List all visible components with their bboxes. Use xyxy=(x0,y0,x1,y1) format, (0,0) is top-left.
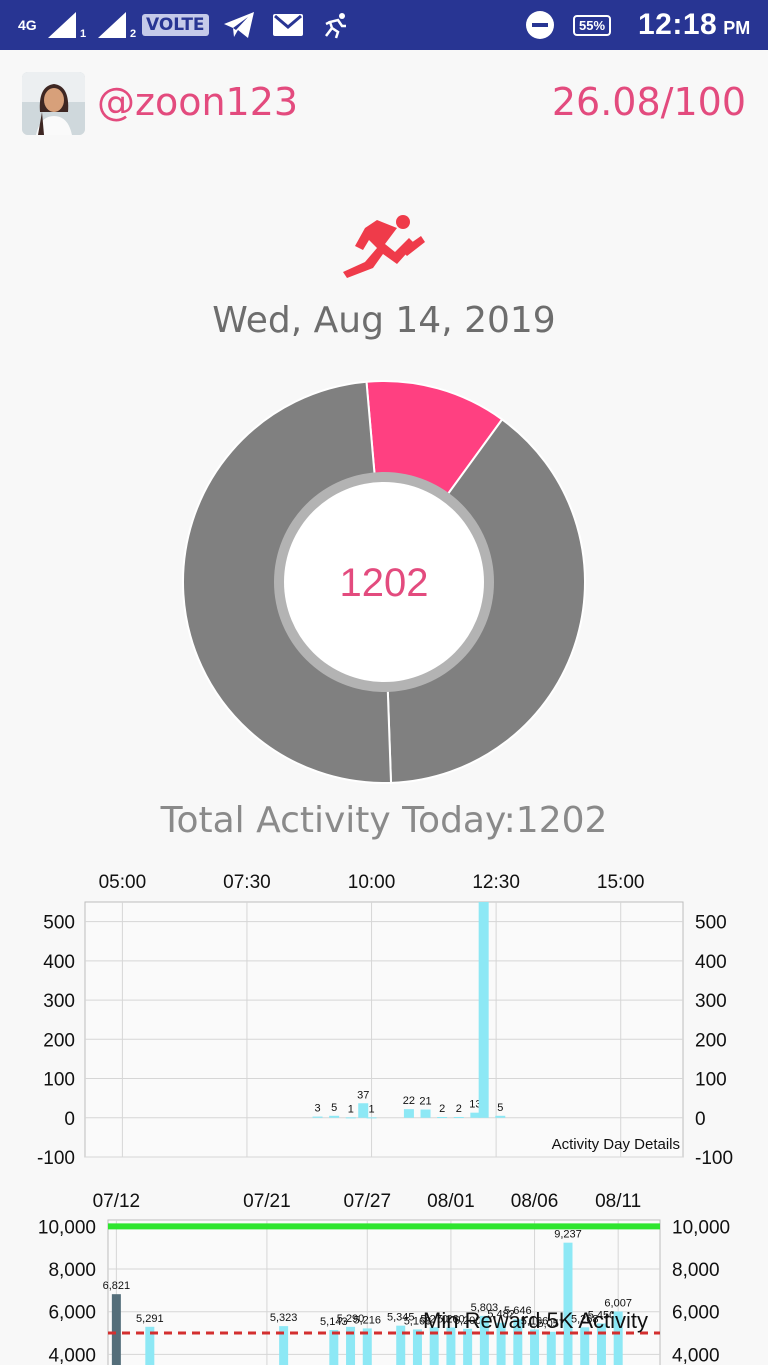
chart1-bar-label: 22 xyxy=(403,1095,415,1107)
signal-icon: 1 xyxy=(46,0,86,50)
chart1-y-tick-left: 400 xyxy=(43,952,75,973)
chart1-bar-label: 37 xyxy=(357,1089,369,1101)
network-label: 4G xyxy=(18,17,37,33)
chart1-bar xyxy=(495,1115,506,1118)
chart2-y-tick-left: 10,000 xyxy=(38,1217,96,1238)
chart1-bar xyxy=(329,1115,340,1118)
chart1-y-tick-left: 300 xyxy=(43,991,75,1012)
chart1-y-tick-right: 200 xyxy=(695,1030,727,1051)
chart1-y-tick-right: 0 xyxy=(695,1109,706,1130)
chart2-x-tick: 07/12 xyxy=(93,1191,141,1212)
chart1-x-tick: 15:00 xyxy=(597,872,645,893)
clock-ampm: PM xyxy=(723,17,751,38)
battery-icon: 55% xyxy=(573,0,612,50)
chart1-bar-label: 5 xyxy=(331,1102,337,1114)
profile-header: @zoon123 26.08/100 xyxy=(0,50,768,160)
chart2-y-tick-right: 4,000 xyxy=(672,1345,720,1365)
chart1-x-tick: 07:30 xyxy=(223,872,271,893)
avatar[interactable] xyxy=(22,72,85,135)
chart2-y-tick-right: 10,000 xyxy=(672,1217,730,1238)
clock-time: 12:18 xyxy=(638,8,718,41)
chart1-bar-label: 1 xyxy=(368,1103,374,1115)
chart1-x-tick: 05:00 xyxy=(99,872,147,893)
chart2-bar xyxy=(329,1329,339,1365)
activity-day-chart: 500 500 400 400 300 300 200 200 100 100 0 0 -100 -100… xyxy=(37,872,733,1169)
chart2-x-tick: 07/21 xyxy=(243,1191,291,1212)
chart2-y-tick-right: 6,000 xyxy=(672,1303,720,1324)
chart2-x-tick: 08/11 xyxy=(595,1191,641,1212)
chart2-y-tick-left: 6,000 xyxy=(48,1303,96,1324)
chart2-x-tick: 07/27 xyxy=(343,1191,391,1212)
runner-icon xyxy=(343,210,425,280)
chart1-bar-label: 5 xyxy=(497,1102,503,1114)
total-activity-label: Total Activity Today:1202 xyxy=(160,800,608,841)
chart1-bar-label: 21 xyxy=(419,1096,431,1108)
volte-label: VOLTE xyxy=(142,14,209,36)
chart2-bar xyxy=(563,1242,573,1365)
chart1-y-tick-left: 500 xyxy=(43,913,75,934)
gmail-icon xyxy=(272,0,304,50)
chart1-description: Activity Day Details xyxy=(552,1136,680,1153)
chart2-bar-label: 5,291 xyxy=(136,1313,164,1325)
chart1-x-tick: 10:00 xyxy=(348,872,396,893)
chart2-x-tick: 08/01 xyxy=(427,1191,475,1212)
network-type: 4G xyxy=(18,0,37,50)
chart1-bar-label: 3 xyxy=(314,1103,320,1115)
chart2-bar xyxy=(111,1294,121,1365)
chart1-bar xyxy=(366,1117,377,1119)
chart2-x-tick: 08/06 xyxy=(511,1191,559,1212)
date-label: Wed, Aug 14, 2019 xyxy=(212,300,556,341)
chart2-bar xyxy=(530,1329,540,1365)
chart2-y-tick-left: 4,000 xyxy=(48,1345,96,1365)
chart2-y-tick-right: 8,000 xyxy=(672,1260,720,1281)
chart1-bar xyxy=(358,1103,369,1118)
chart1-y-tick-left: 100 xyxy=(43,1070,75,1091)
activity-donut-chart: 1202 xyxy=(182,380,586,784)
volte-badge: VOLTE xyxy=(142,0,209,50)
runner-notification-icon xyxy=(320,0,350,50)
score: 26.08/100 xyxy=(551,80,746,124)
chart1-bar xyxy=(312,1116,323,1118)
sim2-label: 2 xyxy=(130,28,137,40)
chart1-x-tick: 12:30 xyxy=(472,872,520,893)
daily-activity-chart: 10,000 10,000 8,000 8,000 6,000 6,000 4,000 4,0… xyxy=(38,1191,730,1365)
status-bar: 4G 1 2 VOLTE 55% 12:18 PM xyxy=(0,0,768,50)
chart1-bar xyxy=(345,1117,356,1119)
clock: 12:18 PM xyxy=(638,0,750,50)
chart2-bar-label: 6,821 xyxy=(103,1280,131,1292)
chart1-y-tick-right: 100 xyxy=(695,1070,727,1091)
chart1-bar xyxy=(403,1109,414,1118)
chart1-y-tick-right: 300 xyxy=(695,991,727,1012)
signal-icon: 2 xyxy=(96,0,136,50)
chart2-bar-label: 5,216 xyxy=(354,1314,382,1326)
chart2-plot-area xyxy=(107,1219,661,1365)
chart1-y-tick-left: 200 xyxy=(43,1030,75,1051)
chart1-bar xyxy=(437,1116,448,1118)
chart1-bar xyxy=(478,902,489,1118)
chart2-min-reward-label: Min Reward 5K Activity xyxy=(423,1308,648,1333)
chart1-bar xyxy=(453,1116,464,1118)
chart1-y-tick-right: 400 xyxy=(695,952,727,973)
chart1-bar-label: 2 xyxy=(439,1103,445,1115)
chart1-y-tick-left: 0 xyxy=(64,1109,75,1130)
chart1-bar-label: 1 xyxy=(348,1103,354,1115)
telegram-icon xyxy=(222,0,256,50)
username[interactable]: @zoon123 xyxy=(97,80,298,124)
chart1-y-tick-right: -100 xyxy=(695,1148,733,1169)
chart2-bar xyxy=(412,1329,422,1365)
chart1-bar xyxy=(420,1109,431,1118)
sim1-label: 1 xyxy=(80,28,87,40)
chart1-y-tick-right: 500 xyxy=(695,913,727,934)
chart1-y-tick-left: -100 xyxy=(37,1148,75,1169)
chart2-bar xyxy=(546,1331,556,1365)
dnd-icon xyxy=(524,0,556,50)
chart2-bar-label: 9,237 xyxy=(554,1229,582,1241)
battery-level: 55% xyxy=(573,14,612,36)
chart1-plot-area xyxy=(84,901,684,1158)
donut-center-value: 1202 xyxy=(340,561,429,605)
chart2-bar-label: 5,323 xyxy=(270,1312,298,1324)
chart2-y-tick-left: 8,000 xyxy=(48,1260,96,1281)
chart1-bar-label: 2 xyxy=(456,1103,462,1115)
